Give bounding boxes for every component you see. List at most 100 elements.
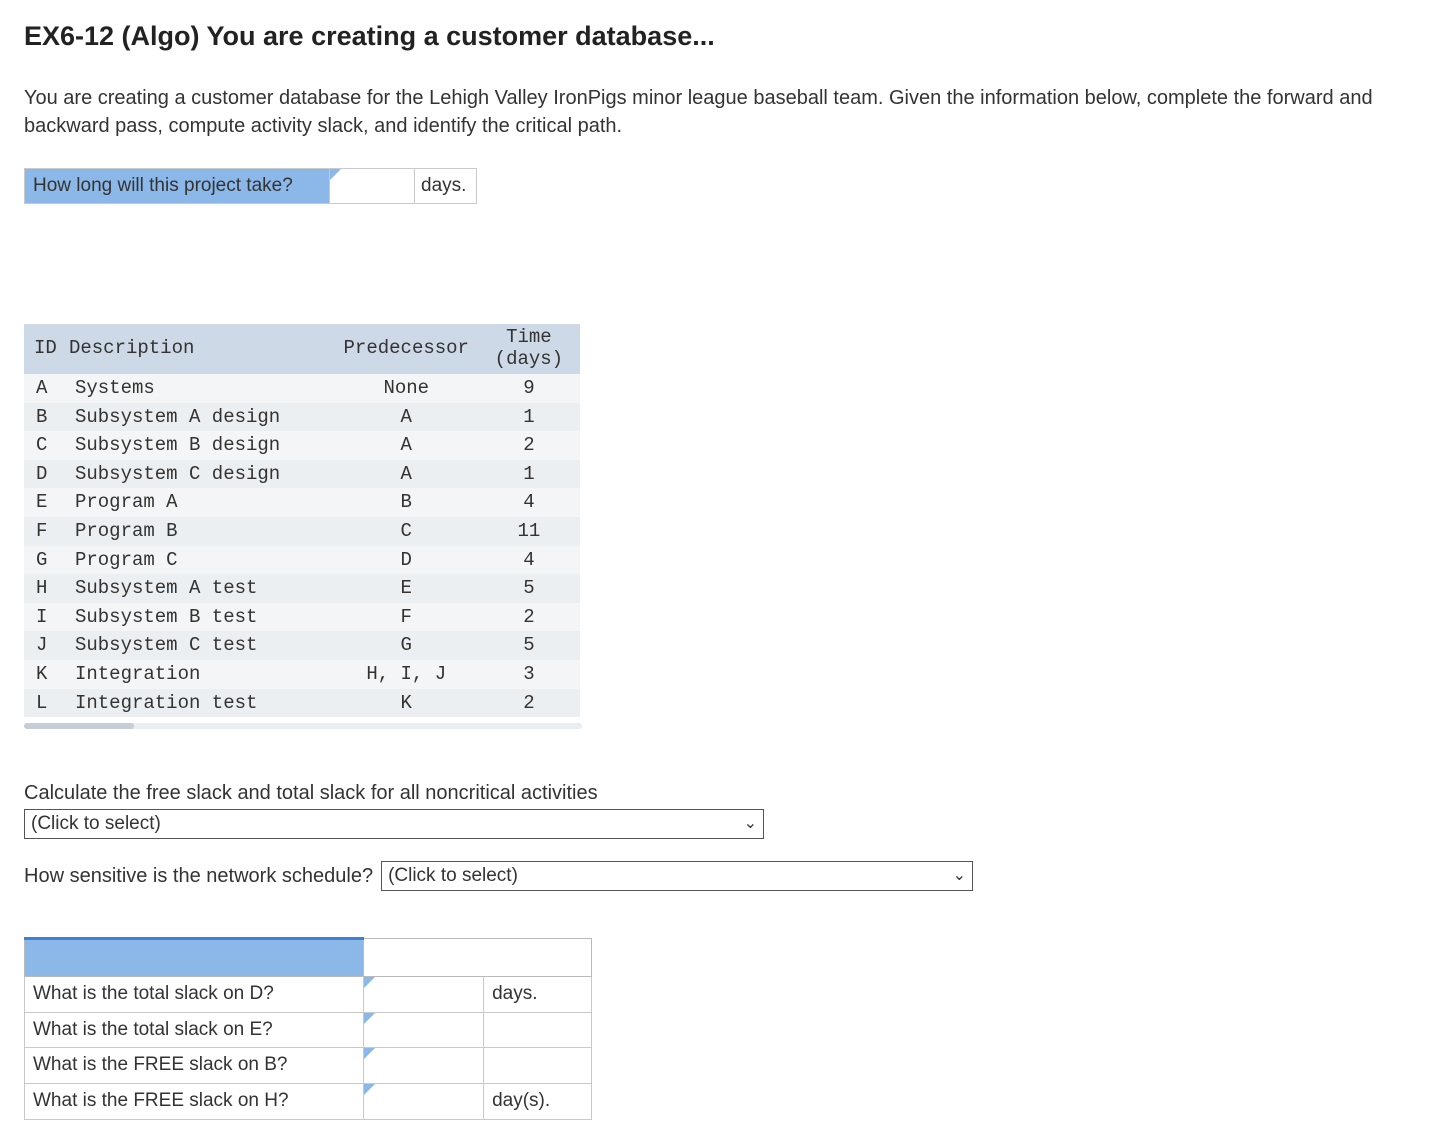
answer-question: What is the total slack on D? [25, 977, 364, 1013]
corner-mark-icon [364, 1013, 375, 1024]
cell-id: L [24, 689, 69, 718]
table-row: FProgram BC11 [24, 517, 580, 546]
cell-id: H [24, 574, 69, 603]
col-pred: Predecessor [335, 324, 478, 374]
corner-mark-icon [330, 169, 341, 180]
corner-mark-icon [364, 1048, 375, 1059]
cell-time: 4 [478, 546, 580, 575]
slack-select[interactable]: (Click to select) ⌄ [24, 809, 764, 839]
cell-time: 11 [478, 517, 580, 546]
answer-question: What is the FREE slack on H? [25, 1083, 364, 1119]
cell-pred: D [335, 546, 478, 575]
answer-input[interactable] [364, 977, 483, 1012]
cell-id: C [24, 431, 69, 460]
answers-header-rest [364, 939, 592, 977]
cell-time: 9 [478, 374, 580, 403]
cell-pred: C [335, 517, 478, 546]
cell-time: 2 [478, 689, 580, 718]
corner-mark-icon [364, 1084, 375, 1095]
cell-pred: F [335, 603, 478, 632]
cell-time: 5 [478, 631, 580, 660]
corner-mark-icon [364, 977, 375, 988]
answers-header-blue [25, 939, 364, 977]
cell-id: F [24, 517, 69, 546]
chevron-down-icon: ⌄ [945, 865, 966, 887]
intro-text: You are creating a customer database for… [24, 84, 1422, 140]
chevron-down-icon: ⌄ [736, 813, 757, 835]
answer-question: What is the FREE slack on B? [25, 1048, 364, 1084]
answer-unit: days. [484, 977, 592, 1013]
answer-row: What is the FREE slack on B? [25, 1048, 592, 1084]
answer-unit [484, 1048, 592, 1084]
cell-pred: H, I, J [335, 660, 478, 689]
q1-row: How long will this project take? days. [24, 168, 477, 205]
answer-unit [484, 1012, 592, 1048]
cell-desc: Subsystem A test [69, 574, 335, 603]
answer-input-cell [364, 1083, 484, 1119]
table-row: ISubsystem B testF2 [24, 603, 580, 632]
cell-desc: Subsystem C test [69, 631, 335, 660]
cell-desc: Integration [69, 660, 335, 689]
slack-select-value: (Click to select) [31, 811, 161, 838]
cell-pred: A [335, 460, 478, 489]
cell-desc: Program A [69, 488, 335, 517]
cell-desc: Subsystem A design [69, 403, 335, 432]
cell-id: J [24, 631, 69, 660]
cell-time: 1 [478, 460, 580, 489]
table-row: LIntegration testK2 [24, 689, 580, 718]
slack-question: Calculate the free slack and total slack… [24, 779, 1422, 839]
table-scrollbar[interactable] [24, 723, 582, 729]
q1-label: How long will this project take? [25, 169, 330, 204]
cell-pred: B [335, 488, 478, 517]
cell-time: 4 [478, 488, 580, 517]
q1-input-cell [330, 169, 415, 204]
answer-row: What is the total slack on D? days. [25, 977, 592, 1013]
cell-desc: Subsystem B test [69, 603, 335, 632]
sensitive-select[interactable]: (Click to select) ⌄ [381, 861, 973, 891]
cell-id: A [24, 374, 69, 403]
table-row: JSubsystem C testG5 [24, 631, 580, 660]
cell-time: 1 [478, 403, 580, 432]
cell-time: 3 [478, 660, 580, 689]
answer-input-cell [364, 1048, 484, 1084]
sensitive-prompt: How sensitive is the network schedule? [24, 862, 373, 890]
answer-question: What is the total slack on E? [25, 1012, 364, 1048]
answer-input[interactable] [364, 1013, 483, 1048]
q1-input[interactable] [330, 169, 414, 204]
cell-desc: Program B [69, 517, 335, 546]
cell-desc: Systems [69, 374, 335, 403]
cell-pred: A [335, 431, 478, 460]
answer-unit: day(s). [484, 1083, 592, 1119]
cell-desc: Program C [69, 546, 335, 575]
answer-input-cell [364, 1012, 484, 1048]
answer-input[interactable] [364, 1084, 483, 1119]
table-row: GProgram CD4 [24, 546, 580, 575]
cell-pred: G [335, 631, 478, 660]
table-row: CSubsystem B designA2 [24, 431, 580, 460]
answer-input[interactable] [364, 1048, 483, 1083]
table-row: BSubsystem A designA1 [24, 403, 580, 432]
cell-desc: Integration test [69, 689, 335, 718]
table-row: EProgram AB4 [24, 488, 580, 517]
answers-table: What is the total slack on D?days.What i… [24, 937, 592, 1119]
cell-pred: None [335, 374, 478, 403]
cell-id: E [24, 488, 69, 517]
cell-id: B [24, 403, 69, 432]
cell-time: 5 [478, 574, 580, 603]
cell-desc: Subsystem B design [69, 431, 335, 460]
col-desc: Description [69, 324, 335, 374]
sensitive-row: How sensitive is the network schedule? (… [24, 861, 1422, 891]
answer-row: What is the FREE slack on H? day(s). [25, 1083, 592, 1119]
cell-id: G [24, 546, 69, 575]
page-title: EX6-12 (Algo) You are creating a custome… [24, 18, 1422, 56]
cell-id: I [24, 603, 69, 632]
q1-unit: days. [415, 169, 476, 204]
col-id: ID [24, 324, 69, 374]
cell-pred: K [335, 689, 478, 718]
cell-id: D [24, 460, 69, 489]
cell-pred: A [335, 403, 478, 432]
sensitive-select-value: (Click to select) [388, 863, 518, 890]
answer-input-cell [364, 977, 484, 1013]
cell-time: 2 [478, 603, 580, 632]
answer-row: What is the total slack on E? [25, 1012, 592, 1048]
